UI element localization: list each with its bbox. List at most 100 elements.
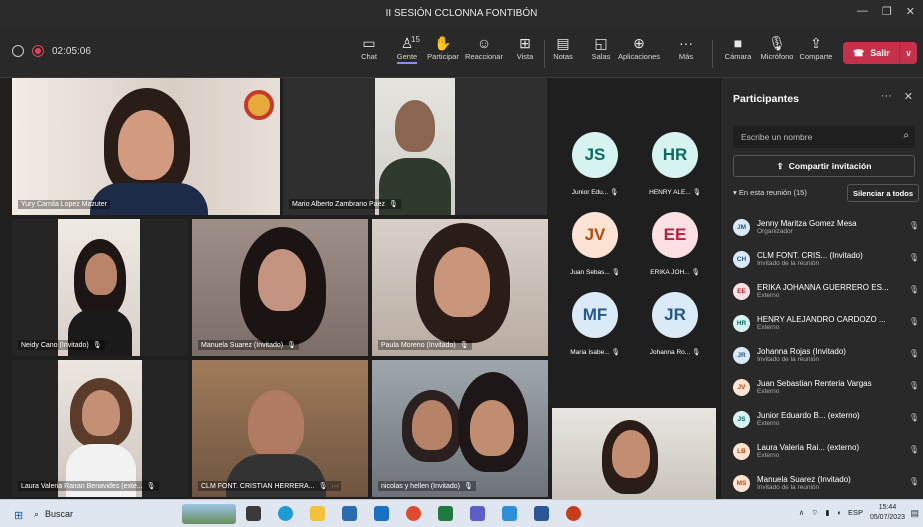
participant-name: Laura Valeria Rai... (externo)	[757, 443, 860, 452]
leave-button[interactable]: ☎ Salir ∨	[843, 42, 917, 64]
video-tile[interactable]: Yury Camila Lopez Mazuter	[12, 78, 280, 215]
word-icon[interactable]	[534, 506, 549, 521]
apps-button[interactable]: ⊕ Aplicaciones	[618, 34, 660, 61]
participant-name: Juan Sebastian Renteria Vargas	[757, 379, 872, 388]
notes-button[interactable]: ▤ Notas	[543, 34, 583, 61]
participant-row[interactable]: MS Manuela Suarez (Invitado) Invitado de …	[733, 467, 921, 499]
participant-row[interactable]: HR HENRY ALEJANDRO CARDOZO ... Externo 🎙	[733, 307, 921, 339]
file-explorer-icon[interactable]	[310, 506, 325, 521]
share-icon: ⇪	[810, 35, 822, 51]
video-tile[interactable]: Manuela Suarez (Invitado) 🎙	[192, 219, 368, 356]
mic-off-icon: 🎙	[389, 201, 398, 208]
participant-role: Organizador	[757, 228, 793, 235]
avatar-tile[interactable]: MF Maria Isabe... 🎙	[552, 282, 638, 362]
notification-icon[interactable]: ▤	[910, 508, 919, 519]
smiley-icon: ☺	[476, 35, 492, 51]
avatar: MF	[572, 292, 618, 338]
recording-status: 02:05:06	[12, 45, 91, 57]
chevron-down-icon[interactable]: ∨	[899, 42, 917, 64]
store-icon[interactable]	[342, 506, 357, 521]
meeting-timer: 02:05:06	[52, 45, 91, 57]
mic-off-icon: 🎙	[464, 483, 473, 490]
mute-all-button[interactable]: Silenciar a todos	[847, 184, 919, 202]
network-icon[interactable]: ⌔	[811, 508, 818, 518]
participant-list: JM Jenny Maritza Gomez Mesa Organizador 🎙…	[733, 211, 921, 499]
restore-icon[interactable]: ❐	[882, 5, 892, 18]
clock[interactable]: 15:44 05/07/2023	[870, 503, 905, 523]
more-button[interactable]: ··· Más	[666, 34, 706, 61]
avatar-tile[interactable]: JS Junior Edu... 🎙	[552, 122, 638, 202]
close-icon[interactable]: ✕	[906, 5, 915, 18]
teams-icon[interactable]	[470, 506, 485, 521]
window-title: II SESIÓN CCLONNA FONTIBÓN	[385, 7, 538, 19]
system-tray: ∧ ⌔ ▮ ◖ ESP	[799, 508, 863, 518]
share-invite-button[interactable]: ⇪ Compartir invitación	[733, 155, 915, 177]
battery-icon[interactable]: ▮	[825, 508, 829, 518]
avatar-tile[interactable]: JV Juan Sebas... 🎙	[552, 202, 638, 282]
self-view-video[interactable]	[552, 408, 716, 499]
video-tile[interactable]: Laura Valeria Rairan Benavides (exte... 🎙	[12, 360, 188, 497]
chevron-up-icon[interactable]: ∧	[799, 508, 805, 518]
share-button[interactable]: ⇪ Comparte	[796, 34, 836, 61]
tile-name: Paula Moreno (Invitado)	[381, 341, 456, 349]
taskbar-search[interactable]: ⌕ Buscar	[34, 503, 174, 525]
mic-off-icon: 🎙	[908, 317, 919, 326]
excel-icon[interactable]	[438, 506, 453, 521]
mic-off-icon: 🎙	[691, 269, 700, 276]
react-button[interactable]: ☺ Reaccionar	[464, 34, 504, 61]
app-icon[interactable]	[502, 506, 517, 521]
raise-hand-button[interactable]: ✋ Participar	[423, 34, 463, 61]
mic-button[interactable]: 🎙 Micrófono	[757, 34, 797, 61]
avatar: JS	[733, 410, 750, 428]
video-tile[interactable]: nicolas y hellen (Invitado) 🎙	[372, 360, 548, 497]
more-icon[interactable]: ···	[881, 90, 892, 103]
participant-row[interactable]: CH CLM FONT. CRIS... (Invitado) Invitado …	[733, 243, 921, 275]
participant-name: Jenny Maritza Gomez Mesa	[757, 219, 857, 228]
in-meeting-header[interactable]: ▾ En esta reunión (15)	[733, 188, 807, 197]
windows-start-icon[interactable]: ⊞	[14, 509, 23, 522]
people-button[interactable]: ♙ 15 Gente	[387, 34, 427, 64]
avatar: JR	[733, 346, 750, 364]
wall-decoration	[244, 90, 274, 120]
chrome-icon[interactable]	[406, 506, 421, 521]
avatar-tile[interactable]: EE ERIKA JOH... 🎙	[632, 202, 718, 282]
minimize-icon[interactable]: —	[857, 5, 868, 18]
video-tile[interactable]: Neidy Cano (Invitado) 🎙	[12, 219, 188, 356]
participant-row[interactable]: JM Jenny Maritza Gomez Mesa Organizador 🎙	[733, 211, 921, 243]
participant-search-input[interactable]: Escribe un nombre ⌕	[733, 126, 915, 148]
mail-icon[interactable]	[374, 506, 389, 521]
tile-name: Mario Alberto Zambrano Paez	[292, 200, 385, 208]
participant-row[interactable]: JR Johanna Rojas (Invitado) Invitado de l…	[733, 339, 921, 371]
avatar: HR	[652, 132, 698, 178]
participant-face	[248, 390, 304, 458]
info-icon[interactable]	[12, 45, 24, 57]
avatar: JV	[733, 378, 750, 396]
mic-off-icon: 🎙	[610, 189, 619, 196]
grid-view-icon: ⊞	[519, 35, 531, 51]
participant-row[interactable]: LB Laura Valeria Rai... (externo) Externo…	[733, 435, 921, 467]
powerpoint-icon[interactable]	[566, 506, 581, 521]
rooms-button[interactable]: ◱ Salas	[581, 34, 621, 61]
view-button[interactable]: ⊞ Vista	[505, 34, 545, 61]
participant-face	[85, 253, 117, 295]
close-icon[interactable]: ✕	[904, 90, 913, 103]
participant-row[interactable]: JV Juan Sebastian Renteria Vargas Externo…	[733, 371, 921, 403]
participant-name: Junior Eduardo B... (externo)	[757, 411, 860, 420]
task-view-icon[interactable]	[246, 506, 261, 521]
camera-button[interactable]: ■ Cámara	[718, 34, 758, 61]
chat-button[interactable]: ▭ Chat	[349, 34, 389, 61]
more-icon[interactable]: ···	[331, 483, 338, 490]
participant-row[interactable]: JS Junior Eduardo B... (externo) Externo …	[733, 403, 921, 435]
avatar-tile[interactable]: HR HENRY ALE... 🎙	[632, 122, 718, 202]
search-icon: ⌕	[34, 508, 40, 519]
language-indicator[interactable]: ESP	[848, 508, 863, 518]
participant-role: Externo	[757, 292, 780, 299]
volume-icon[interactable]: ◖	[836, 508, 841, 518]
edge-icon[interactable]	[278, 506, 293, 521]
video-tile[interactable]: Mario Alberto Zambrano Paez 🎙	[283, 78, 547, 215]
video-tile[interactable]: CLM FONT. CRISTIAN HERRERA... 🎙 ···	[192, 360, 368, 497]
weather-widget-icon[interactable]	[182, 504, 236, 524]
avatar-tile[interactable]: JR Johanna Ro... 🎙	[632, 282, 718, 362]
participant-row[interactable]: EE ERIKA JOHANNA GUERRERO ES... Externo 🎙	[733, 275, 921, 307]
video-tile[interactable]: Paula Moreno (Invitado) 🎙	[372, 219, 548, 356]
